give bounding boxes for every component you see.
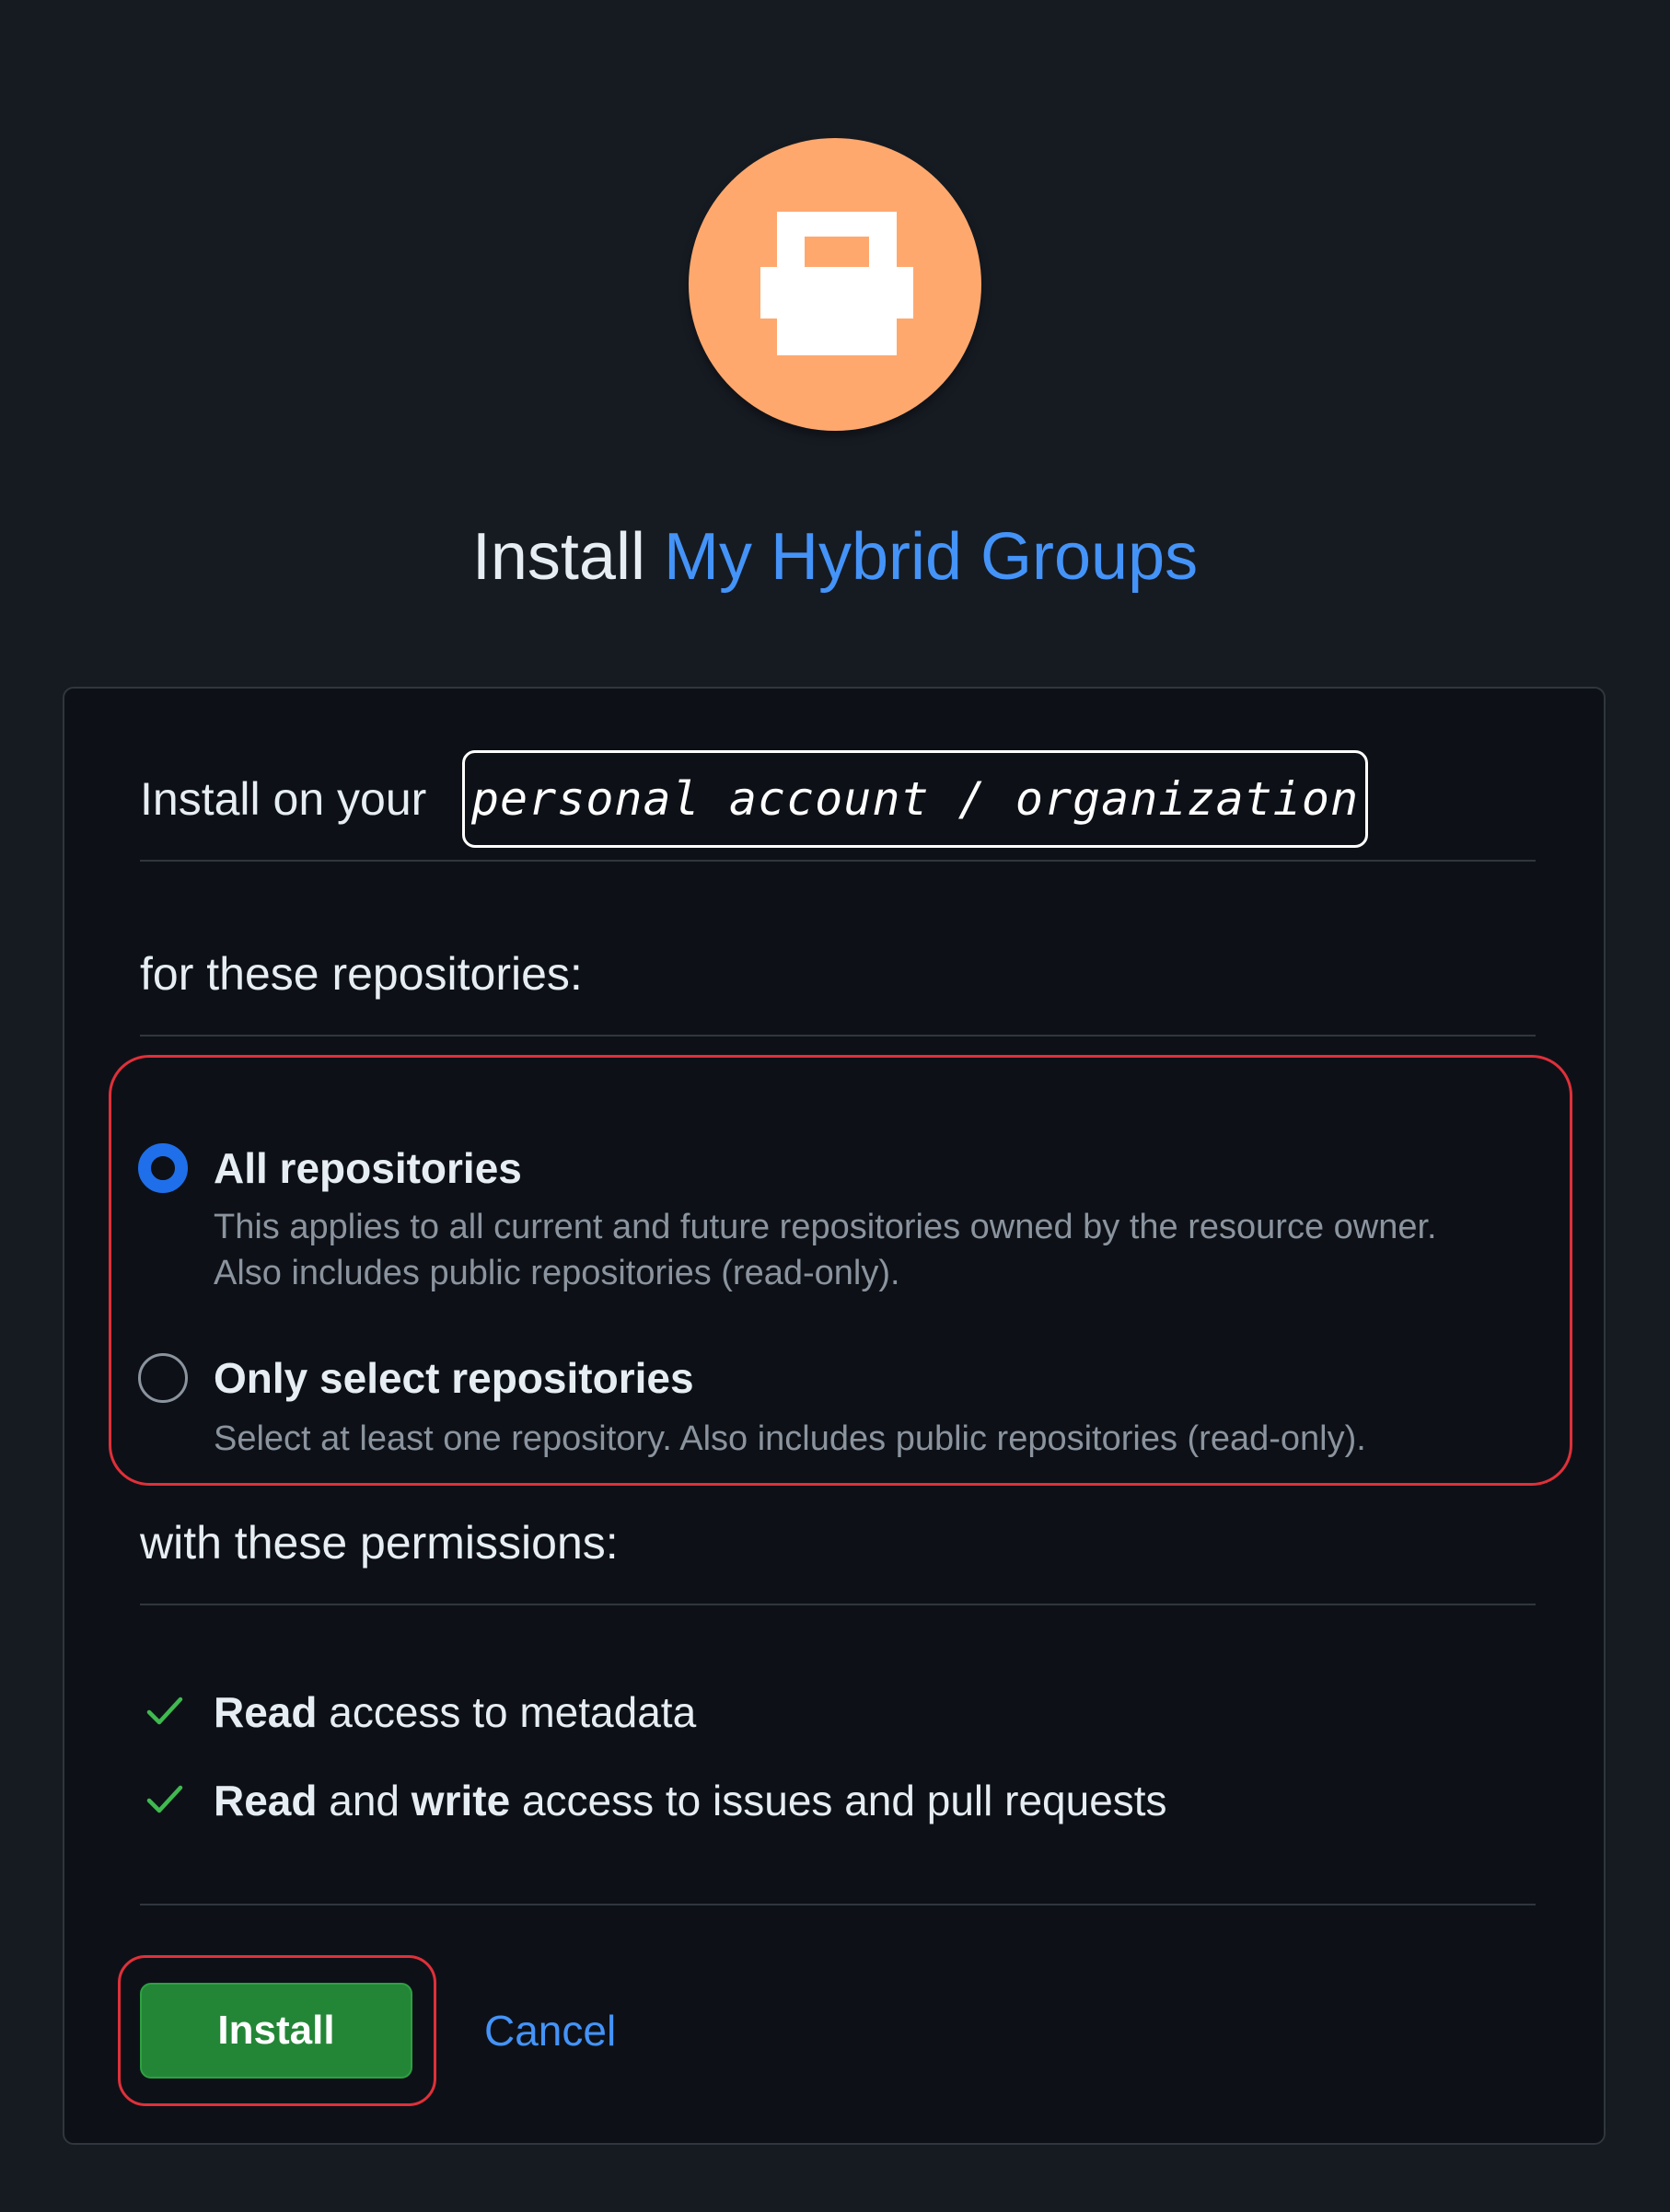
install-on-label: Install on your xyxy=(140,773,427,825)
option-all-repositories-description: This applies to all current and future r… xyxy=(214,1208,1437,1292)
cancel-link[interactable]: Cancel xyxy=(484,2005,616,2056)
install-card: Install on your personal account / organ… xyxy=(63,687,1606,2145)
title-prefix: Install xyxy=(471,520,645,594)
permissions-heading: with these permissions: xyxy=(140,1517,619,1569)
account-selector[interactable]: personal account / organization xyxy=(462,750,1368,848)
check-icon xyxy=(146,1697,183,1725)
divider xyxy=(140,1604,1536,1605)
permission-strong: Read xyxy=(214,1688,318,1736)
repositories-heading: for these repositories: xyxy=(140,948,583,1000)
divider xyxy=(140,1035,1536,1037)
option-select-repositories-label[interactable]: Only select repositories xyxy=(214,1352,694,1404)
radio-all-repositories[interactable] xyxy=(138,1143,188,1193)
divider xyxy=(140,860,1536,862)
permission-text: and xyxy=(317,1777,412,1824)
permission-item: Read and write access to issues and pull… xyxy=(214,1775,1167,1826)
divider xyxy=(140,1904,1536,1905)
permission-strong: Read xyxy=(214,1777,318,1824)
permission-text: access to issues and pull requests xyxy=(510,1777,1167,1824)
permission-strong: write xyxy=(411,1777,511,1824)
option-all-repositories-label[interactable]: All repositories xyxy=(214,1142,522,1194)
option-select-repositories-description: Select at least one repository. Also inc… xyxy=(214,1419,1366,1458)
page-title: Install My Hybrid Groups xyxy=(0,515,1670,598)
install-button[interactable]: Install xyxy=(140,1983,412,2079)
app-name-link[interactable]: My Hybrid Groups xyxy=(664,520,1198,594)
permission-item: Read access to metadata xyxy=(214,1686,696,1738)
permission-text: access to metadata xyxy=(317,1688,697,1736)
check-icon xyxy=(146,1785,183,1813)
app-identicon-icon xyxy=(760,212,913,355)
app-avatar xyxy=(689,138,981,431)
radio-select-repositories[interactable] xyxy=(138,1353,188,1403)
